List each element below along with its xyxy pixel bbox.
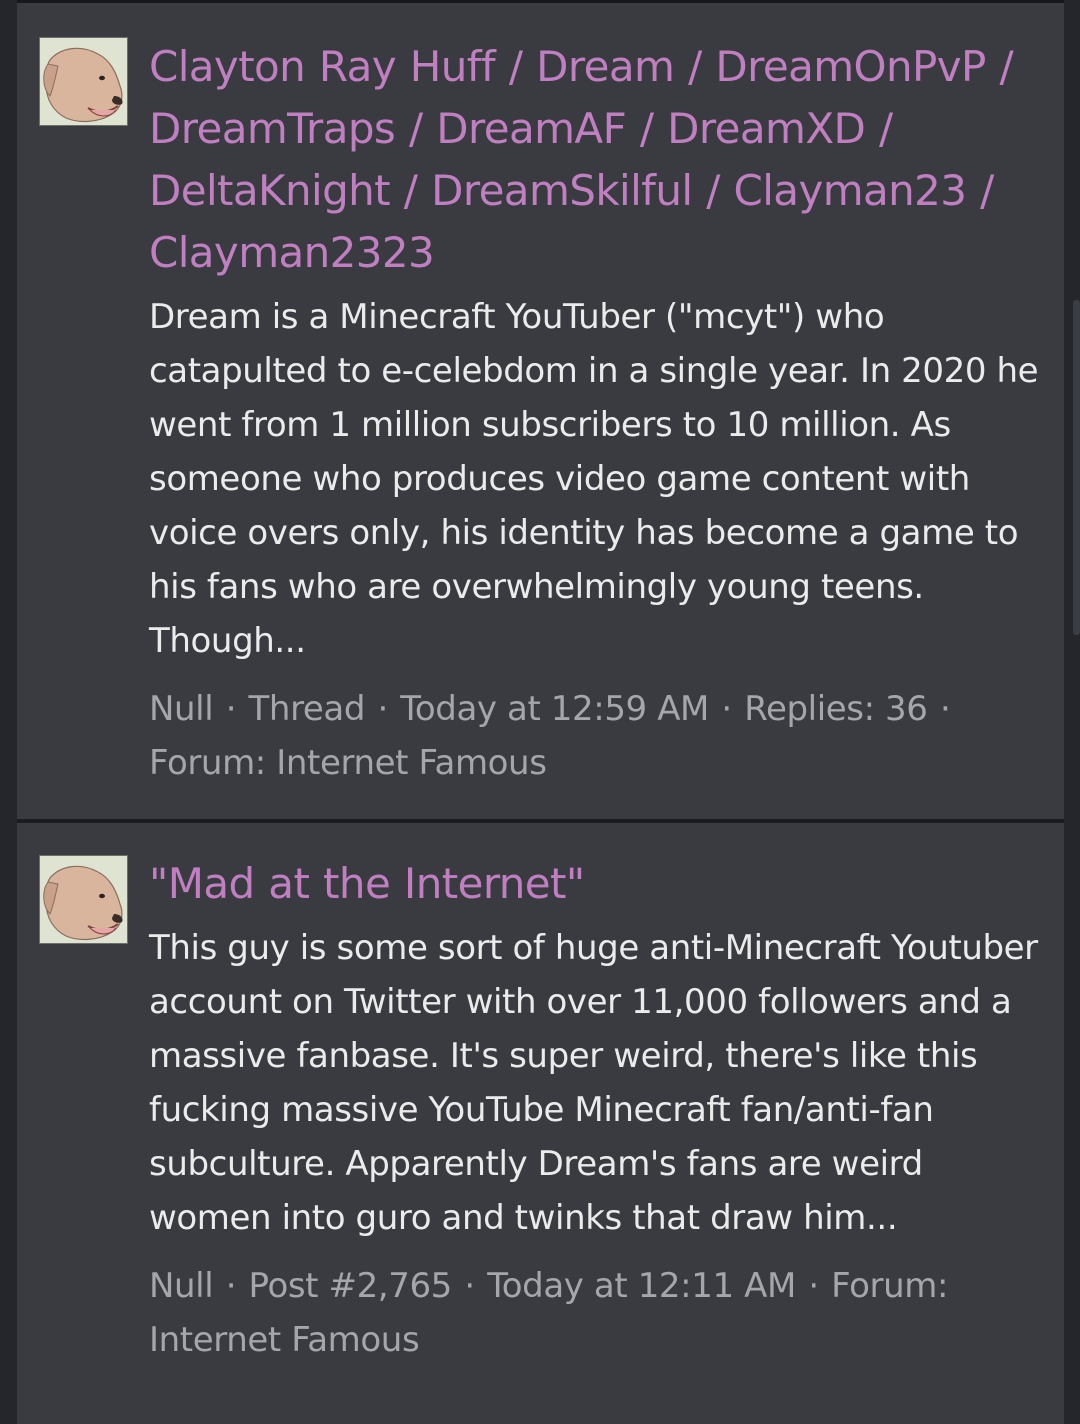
meta-separator: · (377, 689, 388, 729)
meta-separator: · (464, 1266, 475, 1306)
meta-separator: · (808, 1266, 819, 1306)
scrollbar-thumb[interactable] (1073, 300, 1080, 635)
result-replies: Replies: 36 (744, 689, 928, 729)
result-meta: Null · Post #2,765 · Today at 12:11 AM ·… (149, 1259, 1044, 1367)
result-date: Today at 12:11 AM (487, 1266, 796, 1306)
result-content: Clayton Ray Huff / Dream / DreamOnPvP / … (149, 36, 1044, 790)
result-title-link[interactable]: "Mad at the Internet" (149, 853, 1044, 915)
result-snippet: Dream is a Minecraft YouTuber ("mcyt") w… (149, 297, 1039, 661)
forum-link[interactable]: Forum: Internet Famous (149, 743, 547, 783)
result-content: "Mad at the Internet" This guy is some s… (149, 853, 1044, 1367)
meta-separator: · (721, 689, 732, 729)
result-type: Post #2,765 (248, 1266, 453, 1306)
dog-avatar-icon[interactable] (39, 37, 128, 126)
result-title-link[interactable]: Clayton Ray Huff / Dream / DreamOnPvP / … (149, 36, 1044, 284)
result-type: Thread (248, 689, 366, 729)
meta-separator: · (225, 689, 237, 729)
result-snippet: This guy is some sort of huge anti-Minec… (149, 928, 1038, 1238)
search-result: Clayton Ray Huff / Dream / DreamOnPvP / … (17, 3, 1064, 819)
result-date: Today at 12:59 AM (400, 689, 709, 729)
search-results-page: Clayton Ray Huff / Dream / DreamOnPvP / … (0, 0, 1080, 1424)
meta-separator: · (939, 689, 951, 729)
search-result: "Mad at the Internet" This guy is some s… (17, 823, 1064, 1424)
author-link[interactable]: Null (149, 689, 214, 729)
meta-separator: · (225, 1266, 237, 1306)
result-meta: Null · Thread · Today at 12:59 AM · Repl… (149, 682, 1044, 790)
dog-avatar-icon[interactable] (39, 855, 128, 944)
author-link[interactable]: Null (149, 1266, 214, 1306)
